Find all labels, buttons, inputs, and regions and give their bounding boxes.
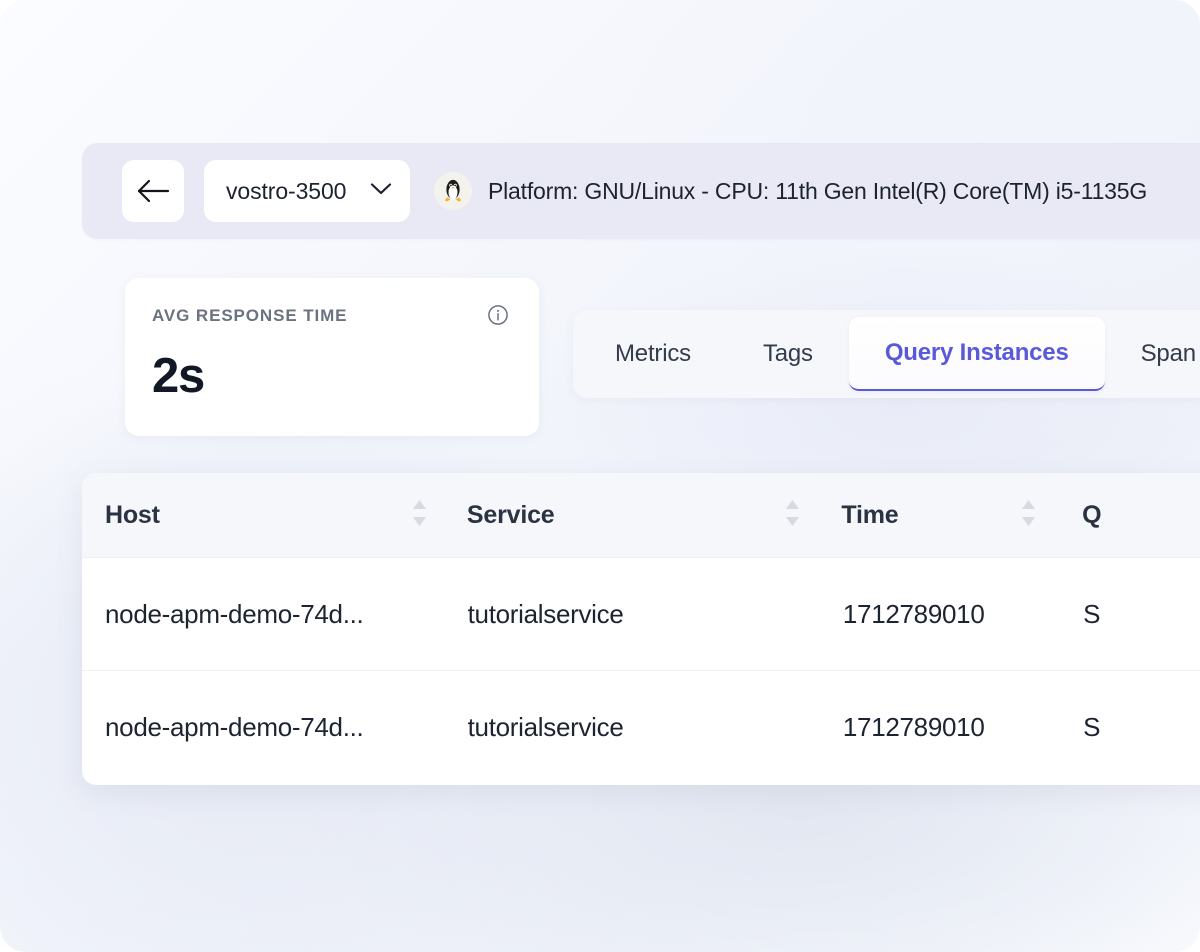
avg-response-time-card: AVG RESPONSE TIME 2s: [125, 278, 539, 436]
linux-penguin-icon: [434, 172, 472, 210]
arrow-left-icon: [136, 178, 170, 204]
cell-query: S: [1083, 598, 1101, 629]
platform-text: Platform: GNU/Linux - CPU: 11th Gen Inte…: [488, 177, 1148, 204]
cell-service: tutorialservice: [467, 598, 624, 629]
column-header-time-label: Time: [841, 500, 899, 529]
tab-metrics[interactable]: Metrics: [579, 317, 727, 391]
back-button[interactable]: [122, 160, 184, 222]
detail-tabs: Metrics Tags Query Instances Span: [573, 310, 1200, 398]
cell-host: node-apm-demo-74d...: [105, 598, 364, 629]
tab-tags-label: Tags: [762, 340, 813, 367]
chevron-down-icon: [370, 182, 392, 201]
app-canvas: vostro-3500 Platform: GNU/Linux - CPU: 1…: [0, 0, 1200, 952]
column-header-service-label: Service: [466, 500, 555, 529]
info-circle-icon[interactable]: [487, 304, 509, 331]
tab-span[interactable]: Span: [1105, 317, 1200, 391]
metric-label: AVG RESPONSE TIME: [152, 306, 348, 325]
column-header-query-label: Q: [1082, 500, 1102, 529]
column-header-host-label: Host: [105, 500, 160, 529]
column-header-service[interactable]: Service: [450, 473, 823, 557]
table-row[interactable]: node-apm-demo-74d... tutorialservice 171…: [82, 558, 1200, 671]
column-header-time[interactable]: Time: [823, 473, 1059, 557]
table-header-row: Host Service Time Q: [82, 473, 1200, 558]
metric-value: 2s: [152, 349, 205, 403]
column-header-host[interactable]: Host: [82, 473, 450, 557]
table-row[interactable]: node-apm-demo-74d... tutorialservice 171…: [82, 671, 1200, 784]
tab-metrics-label: Metrics: [615, 340, 691, 367]
sort-arrows-icon[interactable]: [784, 498, 801, 533]
tab-span-label: Span: [1140, 340, 1196, 367]
cell-time: 1712789010: [842, 598, 985, 629]
host-selector[interactable]: vostro-3500: [204, 160, 410, 222]
host-selector-value: vostro-3500: [226, 177, 347, 204]
sort-arrows-icon[interactable]: [1020, 498, 1037, 533]
cell-service: tutorialservice: [467, 712, 624, 742]
column-header-query[interactable]: Q: [1059, 473, 1200, 557]
cell-time: 1712789010: [842, 712, 985, 742]
platform-info: Platform: GNU/Linux - CPU: 11th Gen Inte…: [434, 172, 1200, 210]
metric-card-header: AVG RESPONSE TIME: [152, 304, 509, 331]
tab-query-instances[interactable]: Query Instances: [848, 317, 1105, 391]
query-instances-table: Host Service Time Q node-apm-demo-74d...…: [82, 473, 1200, 785]
cell-query: S: [1083, 712, 1101, 742]
tab-tags[interactable]: Tags: [727, 317, 849, 391]
cell-host: node-apm-demo-74d...: [105, 712, 364, 742]
tab-query-instances-label: Query Instances: [884, 339, 1069, 366]
top-toolbar: vostro-3500 Platform: GNU/Linux - CPU: 1…: [82, 143, 1200, 239]
sort-arrows-icon[interactable]: [411, 498, 428, 533]
